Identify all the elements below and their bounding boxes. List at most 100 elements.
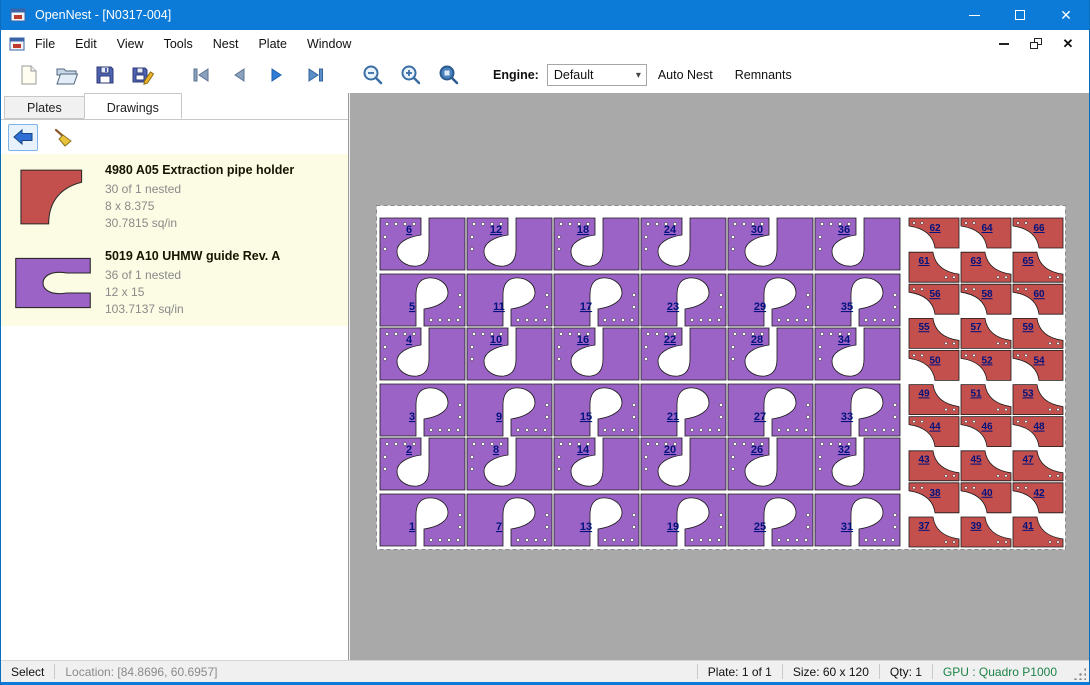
menu-tools[interactable]: Tools	[154, 31, 203, 57]
svg-text:62: 62	[929, 223, 941, 234]
titlebar[interactable]: OpenNest - [N0317-004] ✕	[1, 0, 1089, 30]
svg-text:19: 19	[667, 521, 679, 533]
svg-text:23: 23	[667, 301, 679, 313]
svg-text:53: 53	[1022, 388, 1034, 399]
assign-drawing-button[interactable]	[8, 124, 38, 151]
previous-arrow-icon	[228, 64, 250, 86]
resize-grip-icon[interactable]	[1073, 667, 1086, 680]
svg-text:10: 10	[490, 334, 502, 346]
drawings-list: 4980 A05 Extraction pipe holder 30 of 1 …	[1, 154, 348, 660]
zoom-out-button[interactable]	[355, 59, 391, 91]
maximize-icon	[1015, 10, 1025, 20]
svg-text:25: 25	[754, 521, 766, 533]
svg-text:44: 44	[929, 422, 941, 433]
menu-edit[interactable]: Edit	[65, 31, 107, 57]
child-minimize-icon	[999, 43, 1009, 45]
zoom-fit-button[interactable]	[431, 59, 467, 91]
child-close-icon: ✕	[1063, 36, 1074, 52]
svg-text:64: 64	[981, 223, 993, 234]
svg-text:27: 27	[754, 411, 766, 423]
engine-select[interactable]: Default ▾	[547, 64, 647, 86]
svg-text:16: 16	[577, 334, 589, 346]
drawings-toolbar	[1, 120, 348, 154]
svg-text:5: 5	[409, 301, 415, 313]
drawing-title: 5019 A10 UHMW guide Rev. A	[105, 249, 348, 263]
nest-canvas[interactable]: 6512111817242330293635431091615222128273…	[350, 93, 1089, 660]
new-document-icon	[18, 64, 40, 86]
svg-text:52: 52	[981, 355, 993, 366]
svg-text:41: 41	[1022, 521, 1034, 532]
svg-text:60: 60	[1033, 289, 1045, 300]
svg-text:20: 20	[664, 444, 676, 456]
child-close-button[interactable]: ✕	[1057, 34, 1079, 54]
svg-text:7: 7	[496, 521, 502, 533]
previous-plate-button[interactable]	[221, 59, 257, 91]
maximize-button[interactable]	[997, 0, 1043, 30]
auto-nest-button[interactable]: Auto Nest	[647, 59, 724, 91]
svg-text:45: 45	[970, 455, 982, 466]
menu-window[interactable]: Window	[297, 31, 361, 57]
menu-plate[interactable]: Plate	[248, 31, 297, 57]
window-title: OpenNest - [N0317-004]	[35, 8, 171, 22]
menu-file[interactable]: File	[25, 31, 65, 57]
svg-text:42: 42	[1033, 488, 1045, 499]
svg-text:65: 65	[1022, 256, 1034, 267]
first-plate-button[interactable]	[183, 59, 219, 91]
status-plate: Plate: 1 of 1	[698, 665, 782, 679]
svg-text:38: 38	[929, 488, 941, 499]
svg-text:3: 3	[409, 411, 415, 423]
remnants-button[interactable]: Remnants	[724, 59, 803, 91]
svg-text:49: 49	[918, 388, 930, 399]
save-as-button[interactable]	[125, 59, 161, 91]
minimize-icon	[969, 15, 980, 16]
document-window-icon[interactable]	[9, 36, 25, 52]
zoom-out-icon	[361, 63, 385, 87]
minimize-button[interactable]	[951, 0, 997, 30]
svg-text:37: 37	[918, 521, 930, 532]
svg-text:61: 61	[918, 256, 930, 267]
zoom-fit-icon	[437, 63, 461, 87]
svg-text:30: 30	[751, 224, 763, 236]
child-minimize-button[interactable]	[993, 34, 1015, 54]
drawing-thumbnail	[1, 154, 105, 240]
clear-drawings-button[interactable]	[48, 124, 78, 151]
drawing-title: 4980 A05 Extraction pipe holder	[105, 163, 348, 177]
last-arrow-icon	[304, 64, 326, 86]
drawing-nested: 30 of 1 nested	[105, 181, 348, 198]
tab-plates[interactable]: Plates	[4, 96, 85, 119]
new-button[interactable]	[11, 59, 47, 91]
next-plate-button[interactable]	[259, 59, 295, 91]
open-folder-icon	[55, 64, 79, 86]
list-item[interactable]: 4980 A05 Extraction pipe holder 30 of 1 …	[1, 154, 348, 240]
svg-text:2: 2	[406, 444, 412, 456]
next-arrow-icon	[266, 64, 288, 86]
save-button[interactable]	[87, 59, 123, 91]
svg-text:31: 31	[841, 521, 853, 533]
broom-icon	[53, 127, 73, 147]
statusbar: Select Location: [84.8696, 60.6957] Plat…	[1, 660, 1089, 682]
svg-text:6: 6	[406, 224, 412, 236]
svg-text:15: 15	[580, 411, 592, 423]
app-icon	[10, 7, 26, 23]
engine-label: Engine:	[493, 68, 539, 82]
menu-nest[interactable]: Nest	[203, 31, 249, 57]
first-arrow-icon	[190, 64, 212, 86]
tab-drawings[interactable]: Drawings	[84, 93, 182, 119]
svg-text:63: 63	[970, 256, 982, 267]
menubar: File Edit View Tools Nest Plate Window ✕	[1, 30, 1089, 57]
plate[interactable]: 6512111817242330293635431091615222128273…	[376, 205, 1066, 550]
close-button[interactable]: ✕	[1043, 0, 1089, 30]
zoom-in-button[interactable]	[393, 59, 429, 91]
panel-tabstrip: Plates Drawings	[1, 93, 348, 120]
list-item[interactable]: 5019 A10 UHMW guide Rev. A 36 of 1 neste…	[1, 240, 348, 326]
svg-text:59: 59	[1022, 322, 1034, 333]
left-panel: Plates Drawings	[1, 93, 349, 660]
svg-text:58: 58	[981, 289, 993, 300]
svg-text:34: 34	[838, 334, 851, 346]
svg-text:8: 8	[493, 444, 499, 456]
svg-text:12: 12	[490, 224, 502, 236]
child-restore-button[interactable]	[1025, 34, 1047, 54]
menu-view[interactable]: View	[107, 31, 154, 57]
open-button[interactable]	[49, 59, 85, 91]
last-plate-button[interactable]	[297, 59, 333, 91]
